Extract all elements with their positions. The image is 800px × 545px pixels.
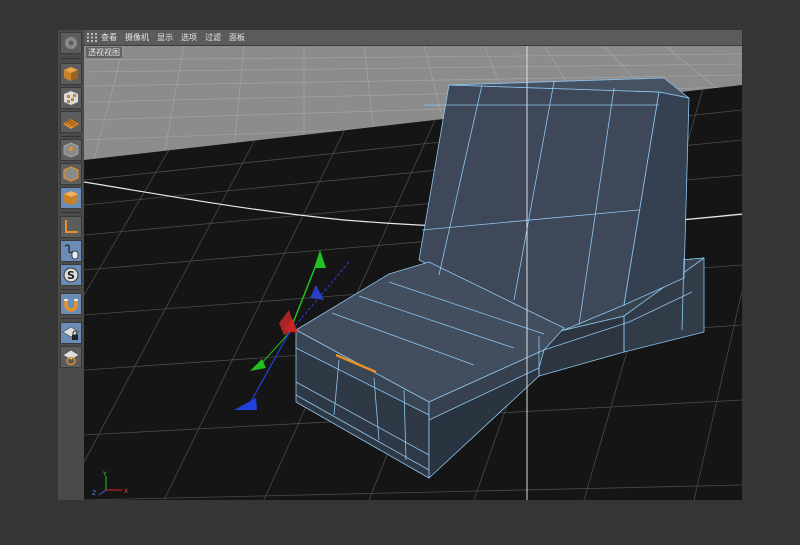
lock-workplane-icon <box>62 326 80 340</box>
viewport[interactable]: 查看 摄像机 显示 选项 过滤 面板 透视视图 X Y Z <box>84 30 742 500</box>
magnet-button[interactable] <box>60 293 82 315</box>
toolbar-separator <box>61 289 81 290</box>
polygon-mode-button[interactable] <box>60 187 82 209</box>
grip-icon[interactable] <box>87 33 97 42</box>
menu-camera[interactable]: 摄像机 <box>125 32 149 43</box>
planar-workplane-button[interactable] <box>60 346 82 368</box>
texture-mode-icon <box>64 91 78 105</box>
texture-mode-button[interactable] <box>60 87 82 109</box>
lock-workplane-button[interactable] <box>60 322 82 344</box>
point-mode-button[interactable] <box>60 139 82 161</box>
toolbar-separator <box>61 58 81 59</box>
workplane-mode-button[interactable] <box>60 111 82 133</box>
model-mode-icon <box>64 67 78 81</box>
axis-label-y: Y <box>102 471 107 478</box>
polygon-mode-icon <box>64 191 78 205</box>
left-toolbar: S <box>58 30 85 500</box>
toolbar-separator <box>61 212 81 213</box>
workplane-mode-icon <box>63 118 79 129</box>
snap-button[interactable]: S <box>60 264 82 286</box>
viewport-menubar: 查看 摄像机 显示 选项 过滤 面板 <box>84 30 742 46</box>
axis-label-z: Z <box>92 490 96 496</box>
model-mode-button[interactable] <box>60 63 82 85</box>
viewport-title: 透视视图 <box>86 47 122 58</box>
menu-display[interactable]: 显示 <box>157 32 173 43</box>
edge-mode-icon <box>63 166 79 182</box>
planar-workplane-icon <box>62 349 80 366</box>
axis-enable-icon <box>65 220 78 233</box>
svg-text:S: S <box>67 269 75 282</box>
settings-icon <box>65 37 77 49</box>
settings-button[interactable] <box>60 32 82 54</box>
point-mode-icon <box>63 142 79 158</box>
tweak-mode-button[interactable] <box>60 240 82 262</box>
menu-view[interactable]: 查看 <box>101 32 117 43</box>
axis-enable-button[interactable] <box>60 216 82 238</box>
tweak-mode-icon <box>64 244 79 260</box>
cinema4d-app: S 查看 摄像机 显示 选项 过滤 面板 透视视图 X Y Z <box>58 30 742 500</box>
snap-icon: S <box>63 267 79 283</box>
viewport-scene[interactable] <box>84 30 742 500</box>
magnet-icon <box>64 299 78 312</box>
axis-label-x: X <box>124 488 128 495</box>
world-axis-indicator: X Y Z <box>92 471 128 496</box>
edge-mode-button[interactable] <box>60 163 82 185</box>
menu-options[interactable]: 选项 <box>181 32 197 43</box>
toolbar-separator <box>61 136 81 137</box>
toolbar-separator <box>61 318 81 319</box>
menu-panel[interactable]: 面板 <box>229 32 245 43</box>
menu-filter[interactable]: 过滤 <box>205 32 221 43</box>
